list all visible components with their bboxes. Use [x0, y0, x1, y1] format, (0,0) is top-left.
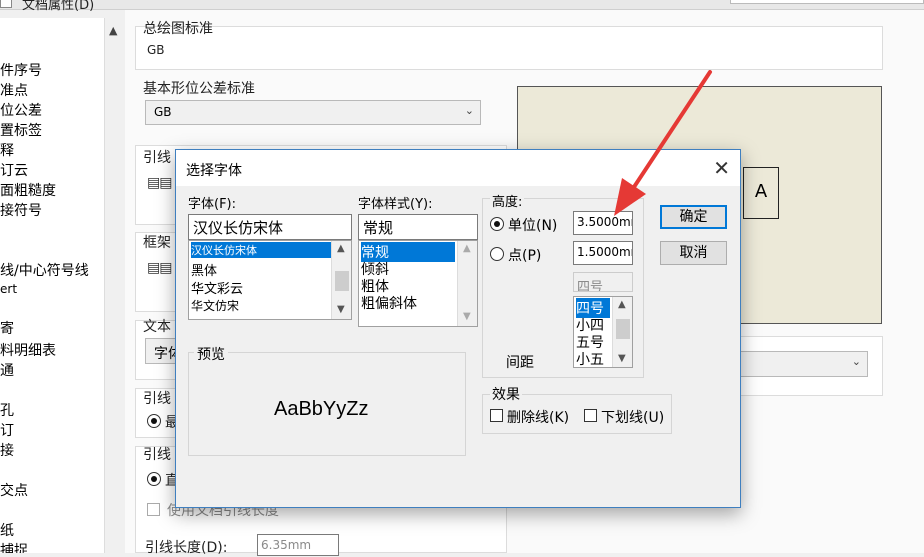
font-input[interactable]: 汉仪长仿宋体	[188, 214, 352, 240]
tree-item[interactable]: 面粗糙度	[0, 180, 56, 200]
size-list[interactable]: 四号 小四 五号 小五 ▲ ▼	[573, 296, 633, 368]
drafting-standard-label: 总绘图标准	[143, 21, 213, 37]
leader2-radio[interactable]	[147, 414, 161, 428]
red-arrow-icon	[614, 70, 712, 216]
gtol-standard-value: GB	[154, 105, 172, 119]
leader-label: 引线	[143, 150, 171, 166]
tree-item[interactable]: ert	[0, 282, 17, 296]
annotation-preview: A	[743, 167, 779, 219]
frame-style-icon[interactable]: ▤▤	[147, 260, 172, 276]
drafting-standard-group	[135, 26, 883, 70]
font-list[interactable]: 汉仪长仿宋体 黑体 华文彩云 华文仿宋 ▲ ▼	[188, 240, 352, 320]
size-list-scrollbar[interactable]: ▲ ▼	[612, 297, 632, 367]
scroll-down-icon[interactable]: ▼	[618, 353, 626, 364]
drafting-standard-value: GB	[147, 43, 165, 57]
tree-scrollbar[interactable]: ▲	[104, 18, 124, 553]
tree-item[interactable]: 线/中心符号线	[0, 260, 89, 280]
gtol-standard-select[interactable]: GB ⌄	[145, 100, 481, 125]
tree-item[interactable]: 位公差	[0, 100, 42, 120]
tree-item[interactable]: 订	[0, 420, 14, 440]
leader-length-label: 引线长度(D):	[145, 540, 228, 556]
list-item[interactable]: 小五	[576, 349, 604, 367]
height-label: 高度:	[490, 191, 525, 210]
underline-label: 下划线(U)	[601, 410, 665, 426]
underline-checkbox[interactable]	[584, 409, 597, 422]
leader3-radio[interactable]	[147, 472, 161, 486]
tree-item[interactable]: 寄	[0, 318, 14, 338]
font-label: 字体(F):	[188, 197, 237, 212]
unit-label: 单位(N)	[508, 218, 558, 234]
tree-item[interactable]: 孔	[0, 400, 14, 420]
preview-label: 预览	[194, 344, 228, 364]
tab-document-properties[interactable]: 文档属性(D)	[22, 0, 94, 13]
scroll-up-icon[interactable]: ▲	[337, 243, 345, 254]
chevron-down-icon: ⌄	[851, 355, 861, 368]
scroll-thumb[interactable]	[335, 271, 349, 291]
size-input[interactable]: 四号	[573, 272, 633, 292]
list-item[interactable]: 粗偏斜体	[361, 293, 417, 313]
leader3-label: 引线	[143, 447, 171, 463]
scroll-down-icon[interactable]: ▼	[463, 311, 471, 322]
effects-label: 效果	[490, 384, 522, 404]
point-radio[interactable]	[490, 247, 504, 261]
tree-item[interactable]: 件序号	[0, 60, 42, 80]
strikethrough-label: 删除线(K)	[507, 410, 570, 426]
scroll-up-icon[interactable]: ▲	[109, 24, 117, 37]
font-list-scrollbar[interactable]: ▲ ▼	[331, 241, 351, 319]
unit-radio[interactable]	[490, 217, 504, 231]
tree-item[interactable]: 释	[0, 140, 14, 160]
point-value-input[interactable]: 1.5000mm	[573, 241, 633, 265]
list-item[interactable]: 华文彩云	[191, 278, 243, 297]
top-search-box[interactable]	[730, 0, 924, 4]
style-label: 字体样式(Y):	[358, 197, 433, 212]
chevron-down-icon: ⌄	[464, 104, 474, 117]
spacing-label: 间距	[506, 355, 534, 371]
list-item[interactable]: 华文仿宋	[191, 297, 239, 314]
style-input[interactable]: 常规	[358, 214, 478, 240]
use-doc-leader-checkbox[interactable]	[147, 503, 160, 516]
style-list-scrollbar[interactable]: ▲ ▼	[457, 241, 477, 326]
tree-item[interactable]: 料明细表	[0, 340, 56, 360]
frame-label: 框架	[143, 235, 171, 251]
cancel-button[interactable]: 取消	[660, 241, 727, 265]
tree-item[interactable]: 接	[0, 440, 14, 460]
preview-text: AaBbYyZz	[274, 398, 369, 420]
scroll-down-icon[interactable]: ▼	[337, 304, 345, 315]
tree-item[interactable]: 订云	[0, 160, 28, 180]
leader2-label: 引线	[143, 391, 171, 407]
dialog-title: 选择字体	[186, 163, 242, 179]
scroll-up-icon[interactable]: ▲	[618, 299, 626, 310]
leader-style-icon[interactable]: ▤▤	[147, 175, 172, 191]
tree-item[interactable]: 交点	[0, 480, 28, 500]
point-label: 点(P)	[508, 248, 542, 264]
tree-item[interactable]: 接符号	[0, 200, 42, 220]
list-item[interactable]: 汉仪长仿宋体	[191, 242, 331, 258]
gtol-standard-label: 基本形位公差标准	[143, 81, 255, 97]
tree-item[interactable]: 准点	[0, 80, 28, 100]
document-icon	[0, 0, 12, 8]
tree-item[interactable]: 捕捉	[0, 540, 28, 553]
list-item[interactable]: 黑体	[191, 260, 217, 279]
text-label: 文本	[143, 319, 171, 335]
strikethrough-checkbox[interactable]	[490, 409, 503, 422]
scroll-thumb[interactable]	[616, 319, 630, 339]
tree-item[interactable]: 置标签	[0, 120, 42, 140]
tree-item[interactable]: 通	[0, 360, 14, 380]
scroll-up-icon[interactable]: ▲	[463, 243, 471, 254]
tree-item[interactable]: 纸	[0, 520, 14, 540]
style-list[interactable]: 常规 倾斜 粗体 粗偏斜体 ▲ ▼	[358, 240, 478, 327]
